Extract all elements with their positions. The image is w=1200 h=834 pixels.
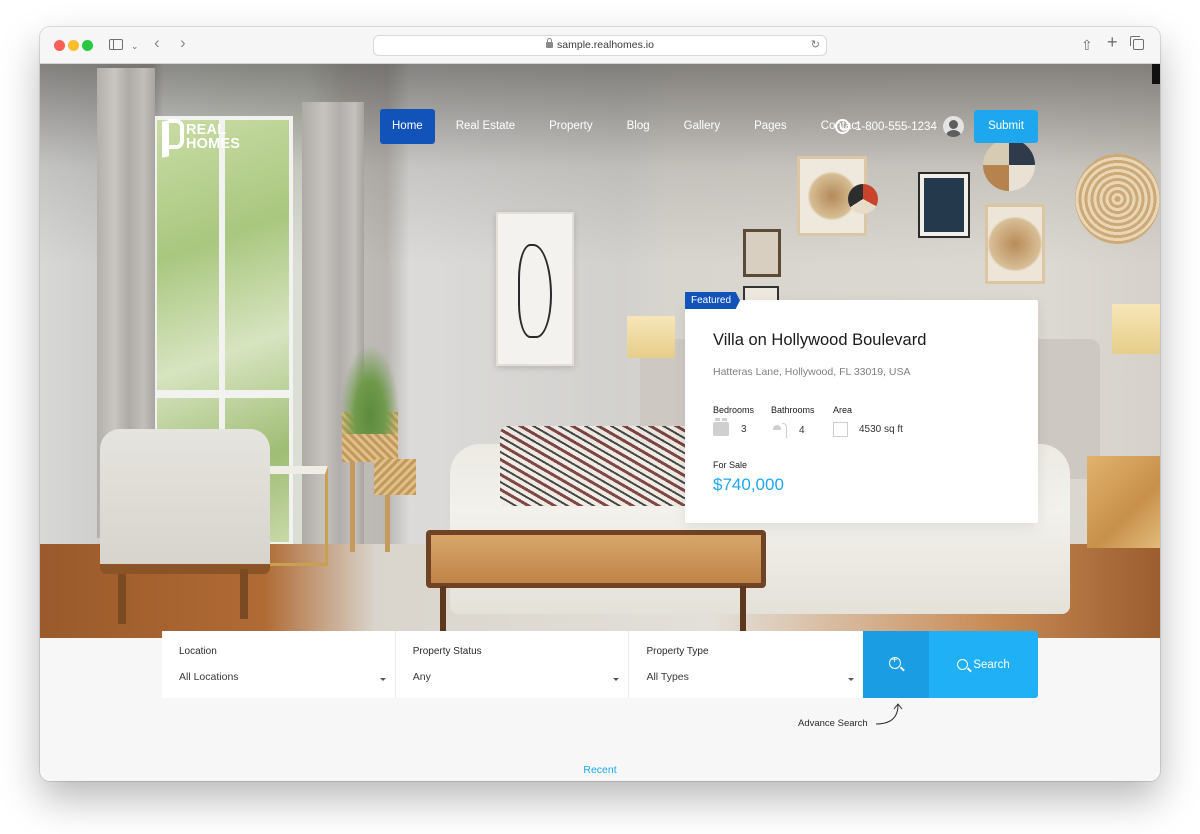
- browser-window: ⌄ ‹ › sample.realhomes.io ↻ ⇧ + REAL HOM…: [40, 27, 1160, 781]
- shower-icon: [771, 422, 787, 438]
- field-label: Location: [179, 646, 217, 657]
- nav-blog[interactable]: Blog: [610, 109, 667, 144]
- nav-real-estate[interactable]: Real Estate: [439, 109, 532, 144]
- property-price: $740,000: [713, 475, 784, 494]
- url-text: sample.realhomes.io: [557, 39, 654, 51]
- curved-arrow-icon: [876, 703, 903, 725]
- section-title: Properties: [40, 780, 1160, 781]
- search-button[interactable]: Search: [929, 631, 1038, 698]
- wall-art: [743, 229, 781, 277]
- back-arrow-icon[interactable]: ‹: [154, 34, 160, 52]
- phone-number: 1-800-555-1234: [855, 120, 937, 133]
- web-page: REAL HOMES Home Real Estate Property Blo…: [40, 64, 1160, 781]
- meta-label: Bedrooms: [713, 405, 755, 415]
- meta-value: 4: [799, 424, 805, 436]
- nav-pages[interactable]: Pages: [737, 109, 804, 144]
- planter: [374, 459, 416, 495]
- reload-icon[interactable]: ↻: [811, 36, 820, 55]
- caret-down-icon: [613, 678, 620, 681]
- nav-property[interactable]: Property: [532, 109, 609, 144]
- submit-property-button[interactable]: Submit: [974, 110, 1038, 143]
- meta-area: Area 4530 sq ft: [833, 405, 903, 437]
- lamp: [1112, 304, 1160, 354]
- nav-gallery[interactable]: Gallery: [667, 109, 737, 144]
- whatsapp-icon: [835, 119, 850, 134]
- chevron-down-icon[interactable]: ⌄: [131, 37, 139, 55]
- tab-overview-icon[interactable]: [1130, 36, 1144, 50]
- field-value: All Types: [646, 671, 689, 683]
- caret-down-icon: [379, 678, 386, 681]
- field-value: All Locations: [179, 671, 239, 683]
- close-window-button[interactable]: [54, 40, 65, 51]
- maximize-window-button[interactable]: [82, 40, 93, 51]
- property-status: For Sale: [713, 460, 748, 470]
- minimize-window-button[interactable]: [68, 40, 79, 51]
- zoom-in-icon: [889, 654, 902, 669]
- caret-down-icon: [848, 678, 855, 681]
- nav-home[interactable]: Home: [380, 109, 435, 144]
- browser-toolbar: ⌄ ‹ › sample.realhomes.io ↻ ⇧ +: [40, 27, 1160, 64]
- logo-mark-icon: [162, 117, 184, 157]
- new-tab-plus-icon[interactable]: +: [1107, 33, 1118, 51]
- user-account-icon[interactable]: [943, 116, 964, 137]
- property-type-select[interactable]: Property Type All Types: [629, 631, 864, 698]
- phone-link[interactable]: 1-800-555-1234: [835, 119, 937, 134]
- wall-basket: [1075, 154, 1160, 244]
- wall-art: [985, 204, 1045, 284]
- forward-arrow-icon[interactable]: ›: [180, 34, 186, 52]
- meta-value: 3: [741, 423, 747, 435]
- property-status-select[interactable]: Property Status Any: [395, 631, 630, 698]
- armchair: [100, 429, 270, 574]
- sidebar-toggle-icon[interactable]: [109, 39, 123, 50]
- nightstand: [1087, 456, 1160, 548]
- advanced-search-button[interactable]: [863, 631, 930, 698]
- chair-leg: [118, 574, 126, 624]
- wall-art: [848, 184, 878, 214]
- scrollbar-thumb[interactable]: [1152, 64, 1160, 84]
- lamp: [627, 316, 675, 358]
- meta-label: Bathrooms: [771, 405, 815, 415]
- bed-icon: [713, 418, 729, 436]
- featured-property-card[interactable]: Villa on Hollywood Boulevard Hatteras La…: [685, 300, 1038, 523]
- search-icon: [957, 659, 969, 670]
- meta-value: 4530 sq ft: [859, 424, 903, 435]
- area-icon: [833, 422, 848, 437]
- lock-icon: [546, 38, 554, 48]
- search-button-label: Search: [973, 658, 1010, 671]
- meta-bathrooms: Bathrooms 4: [771, 405, 815, 438]
- wall-basket: [983, 139, 1035, 191]
- bench: [426, 530, 766, 588]
- section-kicker: Recent: [583, 764, 617, 776]
- logo-line-2: HOMES: [186, 136, 241, 152]
- site-logo[interactable]: REAL HOMES: [162, 117, 240, 157]
- property-title[interactable]: Villa on Hollywood Boulevard: [713, 331, 926, 350]
- advance-search-hint: Advance Search: [798, 718, 868, 729]
- location-select[interactable]: Location All Locations: [162, 631, 396, 698]
- bench-leg: [740, 586, 746, 636]
- field-value: Any: [412, 671, 431, 683]
- wall-art: [496, 212, 574, 366]
- field-label: Property Type: [646, 646, 709, 657]
- bench-leg: [440, 586, 446, 636]
- main-nav: Home Real Estate Property Blog Gallery P…: [380, 109, 877, 144]
- featured-badge: Featured: [685, 292, 741, 309]
- meta-bedrooms: Bedrooms 3: [713, 405, 754, 436]
- wall-art: [918, 172, 970, 238]
- field-label: Property Status: [412, 646, 482, 657]
- address-bar[interactable]: sample.realhomes.io ↻: [373, 35, 827, 56]
- property-search-bar: Location All Locations Property Status A…: [162, 631, 1038, 698]
- property-address: Hatteras Lane, Hollywood, FL 33019, USA: [713, 366, 911, 378]
- share-icon[interactable]: ⇧: [1081, 36, 1093, 54]
- meta-label: Area: [833, 405, 853, 415]
- chair-leg: [240, 569, 248, 619]
- plant: [340, 344, 400, 434]
